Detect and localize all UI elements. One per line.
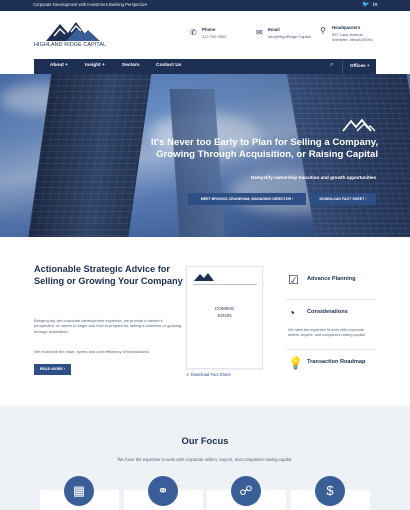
headquarters-address: 837 Lake Avenue Wilmette, Illinois 60091 — [332, 32, 373, 42]
nav-item-insight[interactable]: Insight + — [85, 63, 105, 68]
offices-menu[interactable]: Offices + — [342, 60, 376, 73]
download-label: Download Fact Sheet — [190, 372, 231, 377]
coming-soon-text: COMING SOON — [214, 307, 235, 319]
email-value[interactable]: info@HighRidge Capital — [268, 34, 311, 39]
feature-title: Considerations — [307, 309, 348, 315]
focus-card[interactable]: ☍ — [207, 476, 286, 510]
offices-label: Offices + — [350, 63, 370, 68]
focus-card[interactable]: $ — [291, 476, 370, 510]
fact-sheet-preview[interactable]: COMING SOON — [186, 266, 263, 369]
feature-title: Advance Planning — [307, 276, 356, 282]
section-paragraph: Bringing top-tier corporate development … — [34, 318, 182, 334]
hero-headline-line-2: Growing Through Acquisition, or Raising … — [156, 149, 378, 160]
main-nav: About + Insight + Sectors Contact Us ⌕ O… — [34, 59, 376, 74]
checklist-icon: ☑ — [288, 273, 299, 287]
search-icon[interactable]: ⌕ — [330, 62, 333, 69]
feature-title: Transaction Roadmap — [307, 359, 366, 365]
focus-subtitle: We have the expertise to work with corpo… — [117, 457, 293, 462]
headquarters-label: Headquarters — [332, 25, 361, 30]
handshake-icon: ⚭ — [148, 476, 178, 506]
focus-title: Our Focus — [181, 435, 229, 446]
read-more-button[interactable]: READ MORE › — [34, 364, 71, 375]
building-icon: ▦ — [64, 476, 94, 506]
tagline: Corporate Development with Investment Ba… — [33, 2, 148, 7]
feature-transaction-roadmap[interactable]: 💡 Transaction Roadmap — [286, 349, 376, 379]
download-fact-sheet-link[interactable]: ⊙ Download Fact Sheet — [186, 372, 231, 377]
feature-description: We have the expertise to work with corpo… — [288, 328, 366, 338]
nav-item-sectors[interactable]: Sectors — [122, 63, 140, 68]
meet-director-button[interactable]: MEET BROOKS CRANEHAM, MANAGING DIRECTOR … — [188, 193, 306, 205]
mountain-logo-icon — [194, 273, 214, 281]
contact-headquarters: ⚲ Headquarters 837 Lake Avenue Wilmette,… — [320, 23, 400, 43]
twitter-icon[interactable]: 🐦 — [362, 1, 369, 10]
feature-considerations[interactable]: ◔ Considerations We have the expertise t… — [286, 299, 376, 349]
mountain-logo-icon — [342, 118, 376, 132]
network-icon: ☍ — [231, 476, 261, 506]
contact-email[interactable]: ✉ Email info@HighRidge Capital — [256, 25, 316, 45]
hero-headline-line-1: It's Never too Early to Plan for Selling… — [150, 137, 378, 148]
phone-label: Phone — [202, 27, 216, 32]
section-paragraph: We maximize the ease, speed and cost eff… — [34, 349, 150, 354]
email-label: Email — [268, 27, 280, 32]
hero-headline: It's Never too Early to Plan for Selling… — [150, 137, 378, 161]
download-icon: ⊙ — [186, 372, 190, 377]
contact-phone[interactable]: ✆ Phone 312.799.2500 — [190, 25, 250, 45]
section-title: Actionable Strategic Advice for Selling … — [34, 264, 183, 286]
hero-subline: Demystify ownership transition and growt… — [250, 175, 376, 180]
focus-card[interactable]: ⚭ — [124, 476, 203, 510]
lightbulb-icon: 💡 — [288, 356, 303, 370]
nav-item-contact[interactable]: Contact Us — [156, 63, 181, 68]
download-fact-sheet-button[interactable]: DOWNLOAD FACT SHEET › — [310, 193, 376, 205]
phone-icon: ✆ — [190, 28, 197, 37]
map-pin-icon: ⚲ — [320, 26, 326, 35]
focus-section: Our Focus We have the expertise to work … — [0, 406, 410, 510]
feature-advance-planning[interactable]: ☑ Advance Planning — [286, 267, 376, 299]
focus-card[interactable]: ▦ — [40, 476, 119, 510]
site-header: HIGHLAND RIDGE CAPITAL ✆ Phone 312.799.2… — [0, 11, 410, 59]
mountain-logo-icon — [46, 22, 100, 41]
hero-banner: It's Never too Early to Plan for Selling… — [0, 74, 410, 237]
envelope-icon: ✉ — [256, 28, 263, 37]
address-line-2: Wilmette, Illinois 60091 — [332, 37, 374, 42]
money-icon: $ — [315, 476, 345, 506]
gauge-icon: ◔ — [288, 306, 296, 320]
nav-item-about[interactable]: About + — [50, 63, 68, 68]
site-logo[interactable]: HIGHLAND RIDGE CAPITAL — [34, 20, 114, 52]
linkedin-icon[interactable]: in — [373, 1, 377, 10]
logo-text: HIGHLAND RIDGE CAPITAL — [34, 42, 107, 48]
phone-value[interactable]: 312.799.2500 — [202, 34, 226, 39]
top-bar: Corporate Development with Investment Ba… — [0, 0, 410, 11]
